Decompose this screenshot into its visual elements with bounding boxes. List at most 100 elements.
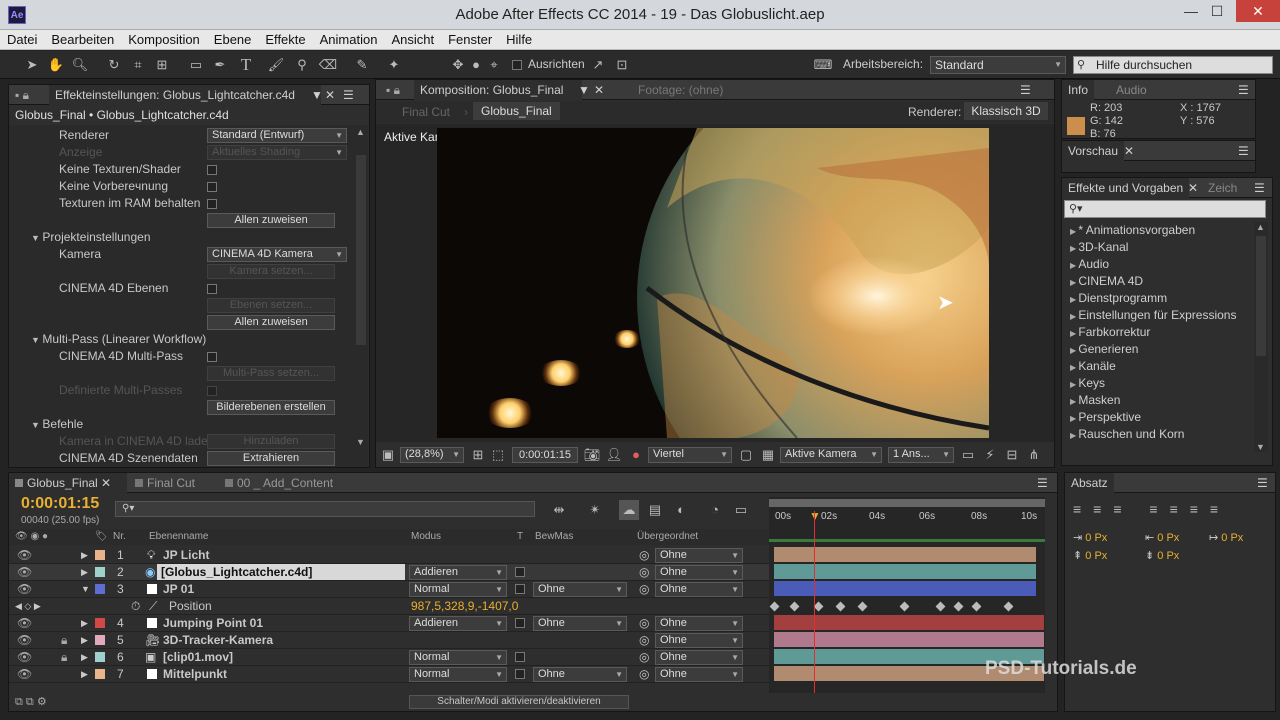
c4d-ebenen-checkbox[interactable] [207, 284, 217, 294]
panel-menu-icon[interactable]: ☰ [337, 85, 360, 105]
resolution-select[interactable]: Viertel [648, 447, 732, 463]
subtab-globus-final[interactable]: Globus_Final [473, 102, 560, 120]
selection-tool-icon[interactable]: ➤ [22, 55, 42, 75]
pan-behind-tool-icon[interactable]: ⊞ [152, 55, 172, 75]
layer-color-label[interactable] [95, 584, 105, 594]
menu-ebene[interactable]: Ebene [207, 30, 259, 49]
preset-item[interactable]: Generieren [1070, 341, 1138, 358]
menu-effekte[interactable]: Effekte [258, 30, 312, 49]
anzeige-select[interactable]: Aktuelles Shading [207, 145, 347, 160]
layer-name[interactable]: [Globus_Lightcatcher.c4d] [157, 564, 405, 580]
parent-select[interactable]: Ohne [655, 565, 743, 580]
lock-icon[interactable]: 🔒︎ [61, 632, 67, 649]
keyframe[interactable] [835, 601, 846, 612]
preset-item[interactable]: * Animationsvorgaben [1070, 222, 1195, 239]
visibility-icon[interactable]: 👁︎ [17, 649, 32, 666]
layer-row[interactable]: 👁︎ ▶ 7 Mittelpunkt Normal Ohne ◎ Ohne [9, 666, 774, 683]
preset-item[interactable]: Audio [1070, 256, 1109, 273]
presets-close-icon[interactable]: ✕ [1182, 178, 1204, 198]
layer-color-label[interactable] [95, 669, 105, 679]
tab-composition[interactable]: Komposition: Globus_Final [414, 80, 582, 100]
expand-icon[interactable]: ▶ [81, 547, 88, 564]
parent-pickwhip-icon[interactable]: ◎ [639, 666, 649, 683]
menu-bearbeiten[interactable]: Bearbeiten [44, 30, 121, 49]
menu-datei[interactable]: Datei [0, 30, 44, 49]
comp-tab-close-icon[interactable]: ✕ [588, 80, 610, 100]
flowchart-icon[interactable]: ⋔ [1024, 445, 1044, 465]
snap-grid-icon[interactable]: ⊡ [612, 55, 632, 75]
tab-final-cut[interactable]: Final Cut [129, 473, 217, 493]
safe-zones-icon[interactable]: ⊞ [468, 445, 488, 465]
keine-texturen-checkbox[interactable] [207, 165, 217, 175]
snapshot-icon[interactable]: 📷︎ [582, 445, 602, 465]
preset-item[interactable]: Rauschen und Korn [1070, 426, 1184, 443]
indent-right-field[interactable]: ⇤ 0 Px [1145, 531, 1179, 544]
tab-info[interactable]: Info [1062, 80, 1095, 100]
mode-select[interactable]: Normal [409, 582, 507, 597]
tab-effects-presets[interactable]: Effekte und Vorgaben [1062, 178, 1190, 198]
trackmatte-select[interactable]: Ohne [533, 582, 627, 597]
mode-select[interactable]: Normal [409, 650, 507, 665]
parent-select[interactable]: Ohne [655, 667, 743, 682]
parent-pickwhip-icon[interactable]: ◎ [639, 547, 649, 564]
subtab-final-cut[interactable]: Final Cut [402, 105, 450, 119]
trackmatte-select[interactable]: Ohne [533, 616, 627, 631]
space-after-field[interactable]: ⇟ 0 Px [1145, 549, 1179, 562]
menu-ansicht[interactable]: Ansicht [384, 30, 441, 49]
layer-color-label[interactable] [95, 567, 105, 577]
layer-color-label[interactable] [95, 652, 105, 662]
timeline-icon[interactable]: ⊟ [1002, 445, 1022, 465]
world-axis-icon[interactable]: ● [466, 55, 486, 75]
keyframe[interactable] [857, 601, 868, 612]
keyframe[interactable] [899, 601, 910, 612]
layer-color-label[interactable] [95, 635, 105, 645]
parent-pickwhip-icon[interactable]: ◎ [639, 564, 649, 581]
layer-row[interactable]: 👁︎ 🔒︎ ▶ 6 ▣ [clip01.mov] Normal ◎ Ohne [9, 649, 774, 666]
layer-name[interactable]: [clip01.mov] [163, 649, 233, 666]
fast-preview-icon[interactable]: ⚡︎ [980, 445, 1000, 465]
position-value[interactable]: 987,5,328,9,-1407,0 [411, 598, 518, 615]
texturen-ram-checkbox[interactable] [207, 199, 217, 209]
renderer-select[interactable]: Klassisch 3D [964, 102, 1048, 120]
roi-icon[interactable]: ▢ [736, 445, 756, 465]
parent-select[interactable]: Ohne [655, 616, 743, 631]
col-name[interactable]: Ebenenname [149, 529, 209, 545]
parent-select[interactable]: Ohne [655, 650, 743, 665]
channel-icon[interactable]: ● [626, 445, 646, 465]
visibility-icon[interactable]: 👁︎ [17, 547, 32, 564]
mode-select[interactable]: Addieren [409, 616, 507, 631]
keyframe-nav-icon[interactable]: ◀ ◇ ▶ [15, 598, 41, 615]
toggle-pixel-icon[interactable]: ▭ [958, 445, 978, 465]
presets-search-input[interactable]: ⚲▾ [1064, 200, 1266, 218]
multipass-group[interactable]: ▼ Multi-Pass (Linearer Workflow) [31, 331, 206, 348]
mode-select[interactable]: Addieren [409, 565, 507, 580]
visibility-icon[interactable]: 👁︎ [17, 666, 32, 683]
allen-zuweisen2-button[interactable]: Allen zuweisen [207, 315, 335, 330]
info-panel-menu-icon[interactable]: ☰ [1232, 80, 1255, 100]
layer-name[interactable]: Jumping Point 01 [163, 615, 263, 632]
keyframe[interactable] [769, 601, 780, 612]
layer-row[interactable]: 👁︎ ▼ 3 JP 01 Normal Ohne ◎ Ohne [9, 581, 774, 598]
projekt-group[interactable]: ▼ Projekteinstellungen [31, 229, 151, 246]
workspace-select[interactable]: Standard [930, 56, 1066, 74]
hinzuladen-button[interactable]: Hinzuladen [207, 434, 335, 449]
preset-item[interactable]: Perspektive [1070, 409, 1141, 426]
keine-vorbereitung-checkbox[interactable] [207, 182, 217, 192]
brush-tool-icon[interactable]: 🖌︎ [266, 55, 286, 75]
preset-item[interactable]: Farbkorrektur [1070, 324, 1150, 341]
parent-pickwhip-icon[interactable]: ◎ [639, 581, 649, 598]
renderer-select[interactable]: Standard (Entwurf) [207, 128, 347, 143]
expand-icon[interactable]: ▶ [81, 564, 88, 581]
definierte-checkbox[interactable] [207, 386, 217, 396]
expand-icon[interactable]: ▶ [81, 666, 88, 683]
preset-item[interactable]: Keys [1070, 375, 1105, 392]
close-button[interactable]: ✕ [1236, 0, 1280, 22]
view-axis-icon[interactable]: ⌖ [484, 55, 504, 75]
align-checkbox[interactable] [512, 60, 522, 70]
help-search-input[interactable]: Hilfe durchsuchen [1073, 56, 1273, 74]
camera-view-select[interactable]: Aktive Kamera [780, 447, 882, 463]
layer-name[interactable]: Mittelpunkt [163, 666, 227, 683]
lock-icon[interactable]: 🔒︎ [61, 649, 67, 666]
layer-name[interactable]: 3D-Tracker-Kamera [163, 632, 273, 649]
pen-tool-icon[interactable]: ✒ [210, 55, 230, 75]
